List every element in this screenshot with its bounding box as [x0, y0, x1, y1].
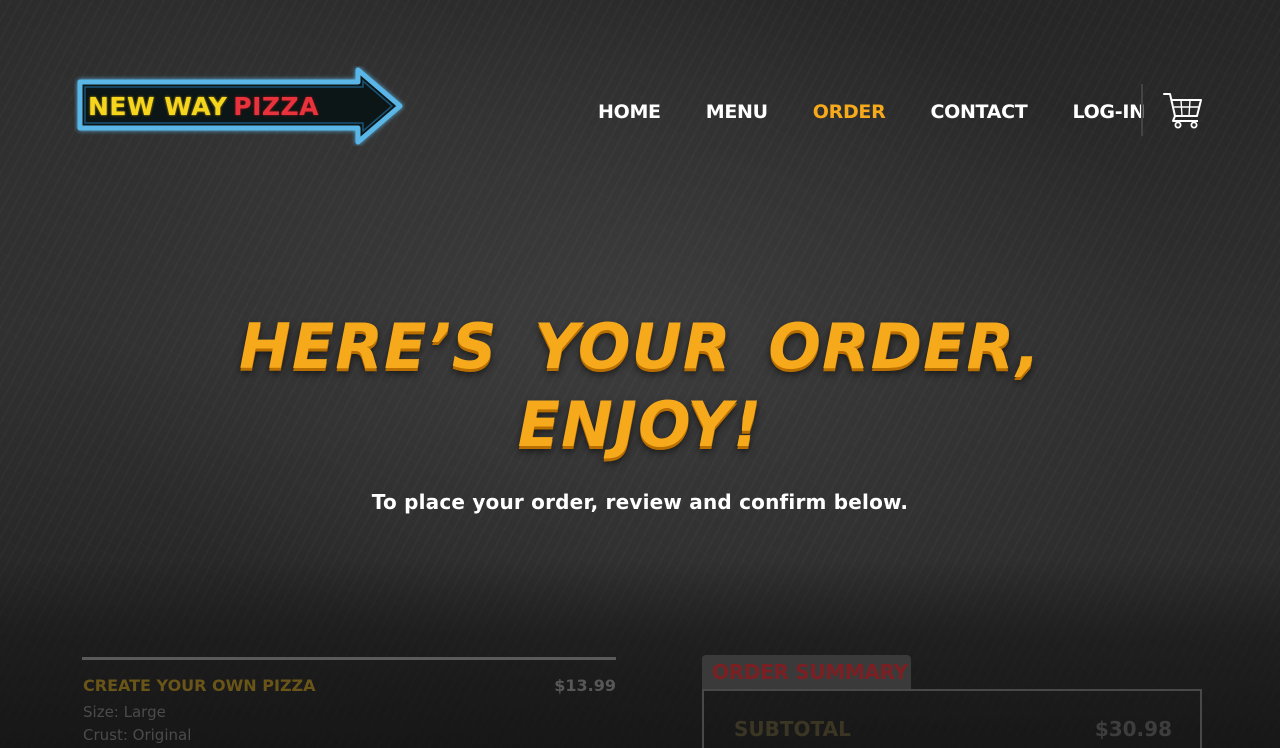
order-item-size: Size: Large	[83, 703, 166, 721]
subtotal-label: SUBTOTAL	[734, 717, 851, 741]
hero-subtitle: To place your order, review and confirm …	[371, 490, 909, 514]
nav-menu[interactable]: MENU	[706, 101, 768, 123]
order-item-name[interactable]: CREATE YOUR OWN PIZZA	[83, 676, 316, 695]
logo[interactable]: NEW WAY PIZZA	[74, 66, 406, 146]
subtotal-value: $30.98	[1094, 717, 1172, 741]
hero-title-line-1: HERE’S YOUR ORDER,	[239, 310, 1041, 383]
shopping-cart-icon[interactable]	[1162, 90, 1204, 130]
hero-title: HERE’S YOUR ORDER, ENJOY!	[0, 308, 1280, 464]
order-item-crust: Crust: Original	[83, 726, 192, 744]
order-item-price: $13.99	[554, 676, 616, 695]
nav-contact[interactable]: CONTACT	[930, 101, 1027, 123]
main-nav: HOME MENU ORDER CONTACT LOG-IN	[598, 98, 1145, 126]
logo-word-pizza: PIZZA	[233, 92, 320, 121]
order-item-divider	[82, 657, 616, 660]
nav-divider	[1141, 84, 1143, 136]
order-summary-title: ORDER SUMMARY	[712, 660, 908, 684]
logo-word-new-way: NEW WAY	[88, 92, 228, 121]
nav-login[interactable]: LOG-IN	[1072, 101, 1145, 123]
hero-title-line-2: ENJOY!	[517, 388, 763, 461]
logo-text: NEW WAY PIZZA	[88, 92, 319, 121]
nav-order[interactable]: ORDER	[813, 101, 886, 123]
nav-home[interactable]: HOME	[598, 101, 661, 123]
